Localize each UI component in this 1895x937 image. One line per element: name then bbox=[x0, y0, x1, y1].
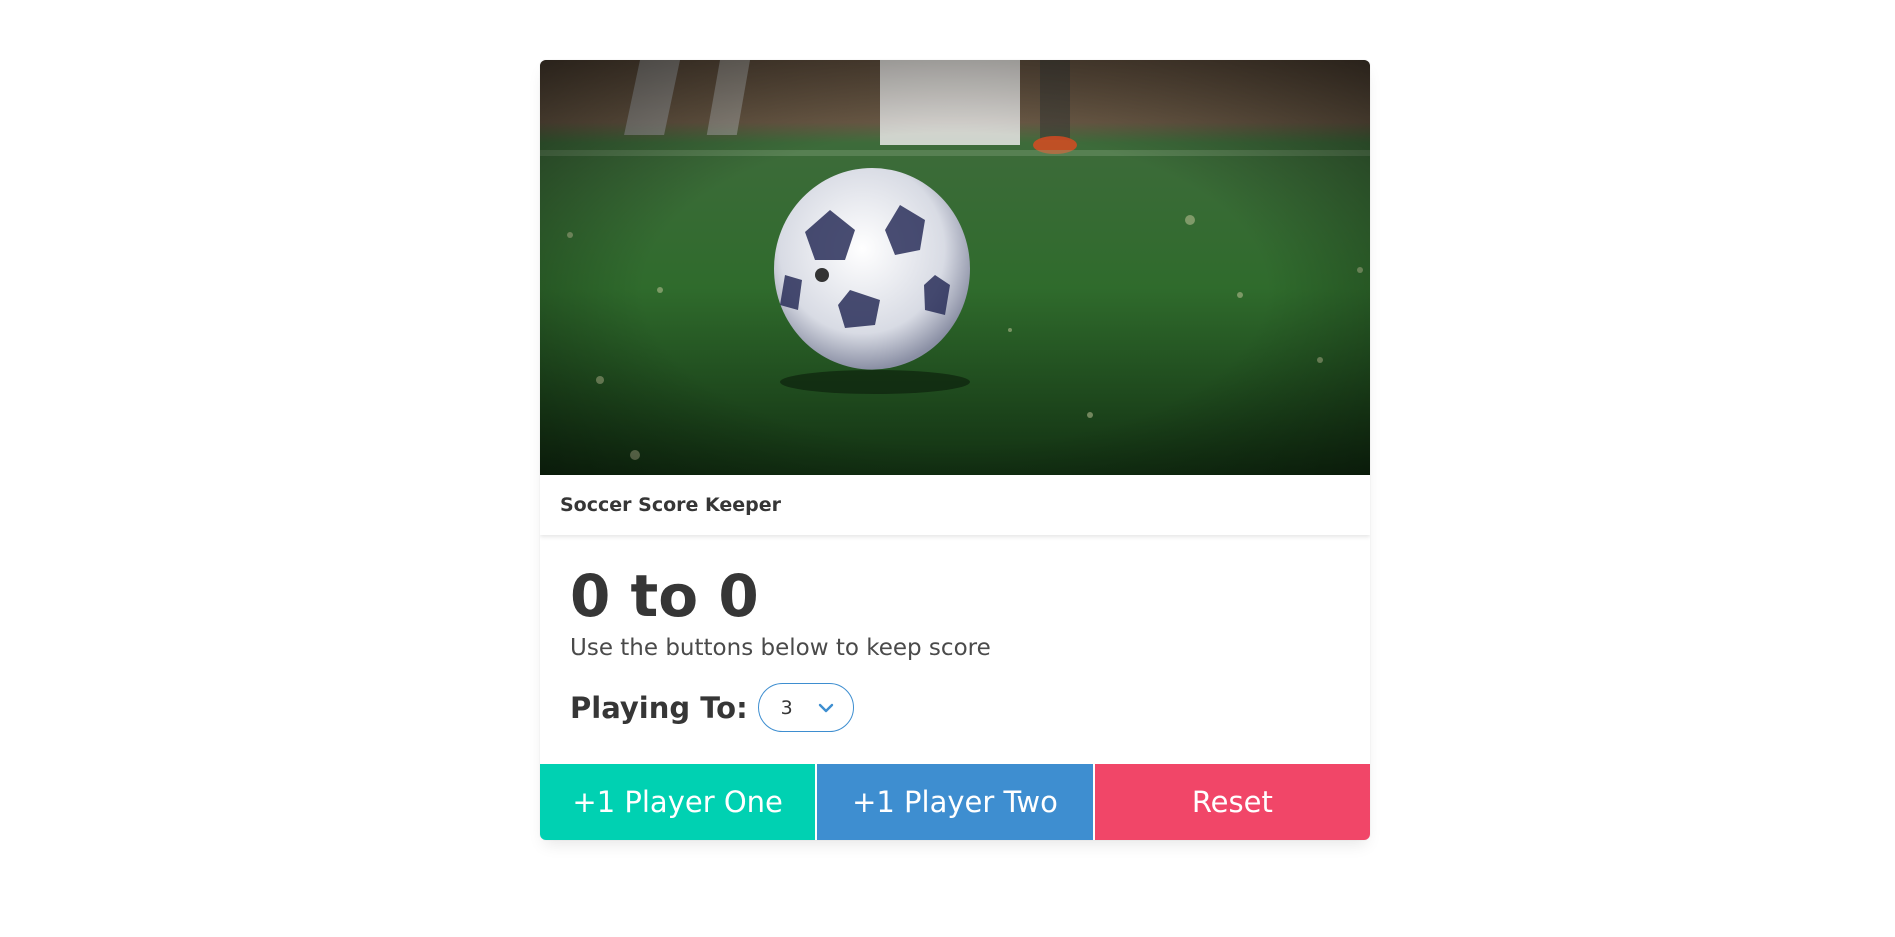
card-footer: +1 Player One +1 Player Two Reset bbox=[540, 764, 1370, 840]
player-two-button[interactable]: +1 Player Two bbox=[817, 764, 1093, 840]
playing-to-value: 3 bbox=[780, 696, 793, 719]
soccer-ball-image bbox=[540, 60, 1370, 475]
reset-button[interactable]: Reset bbox=[1094, 764, 1370, 840]
card-title: Soccer Score Keeper bbox=[560, 494, 782, 516]
instructions-text: Use the buttons below to keep score bbox=[570, 635, 991, 661]
playing-to-row: Playing To: 3 bbox=[570, 683, 1340, 732]
card-content: 0 to 0 Use the buttons below to keep sco… bbox=[540, 535, 1370, 764]
playing-to-label: Playing To: bbox=[570, 690, 748, 725]
score-keeper-card: Soccer Score Keeper 0 to 0 Use the butto… bbox=[540, 60, 1370, 840]
chevron-down-icon bbox=[817, 699, 835, 722]
score-display: 0 to 0 bbox=[570, 562, 759, 630]
player-one-button[interactable]: +1 Player One bbox=[540, 764, 816, 840]
card-header: Soccer Score Keeper bbox=[540, 475, 1370, 535]
playing-to-select[interactable]: 3 bbox=[757, 683, 854, 732]
